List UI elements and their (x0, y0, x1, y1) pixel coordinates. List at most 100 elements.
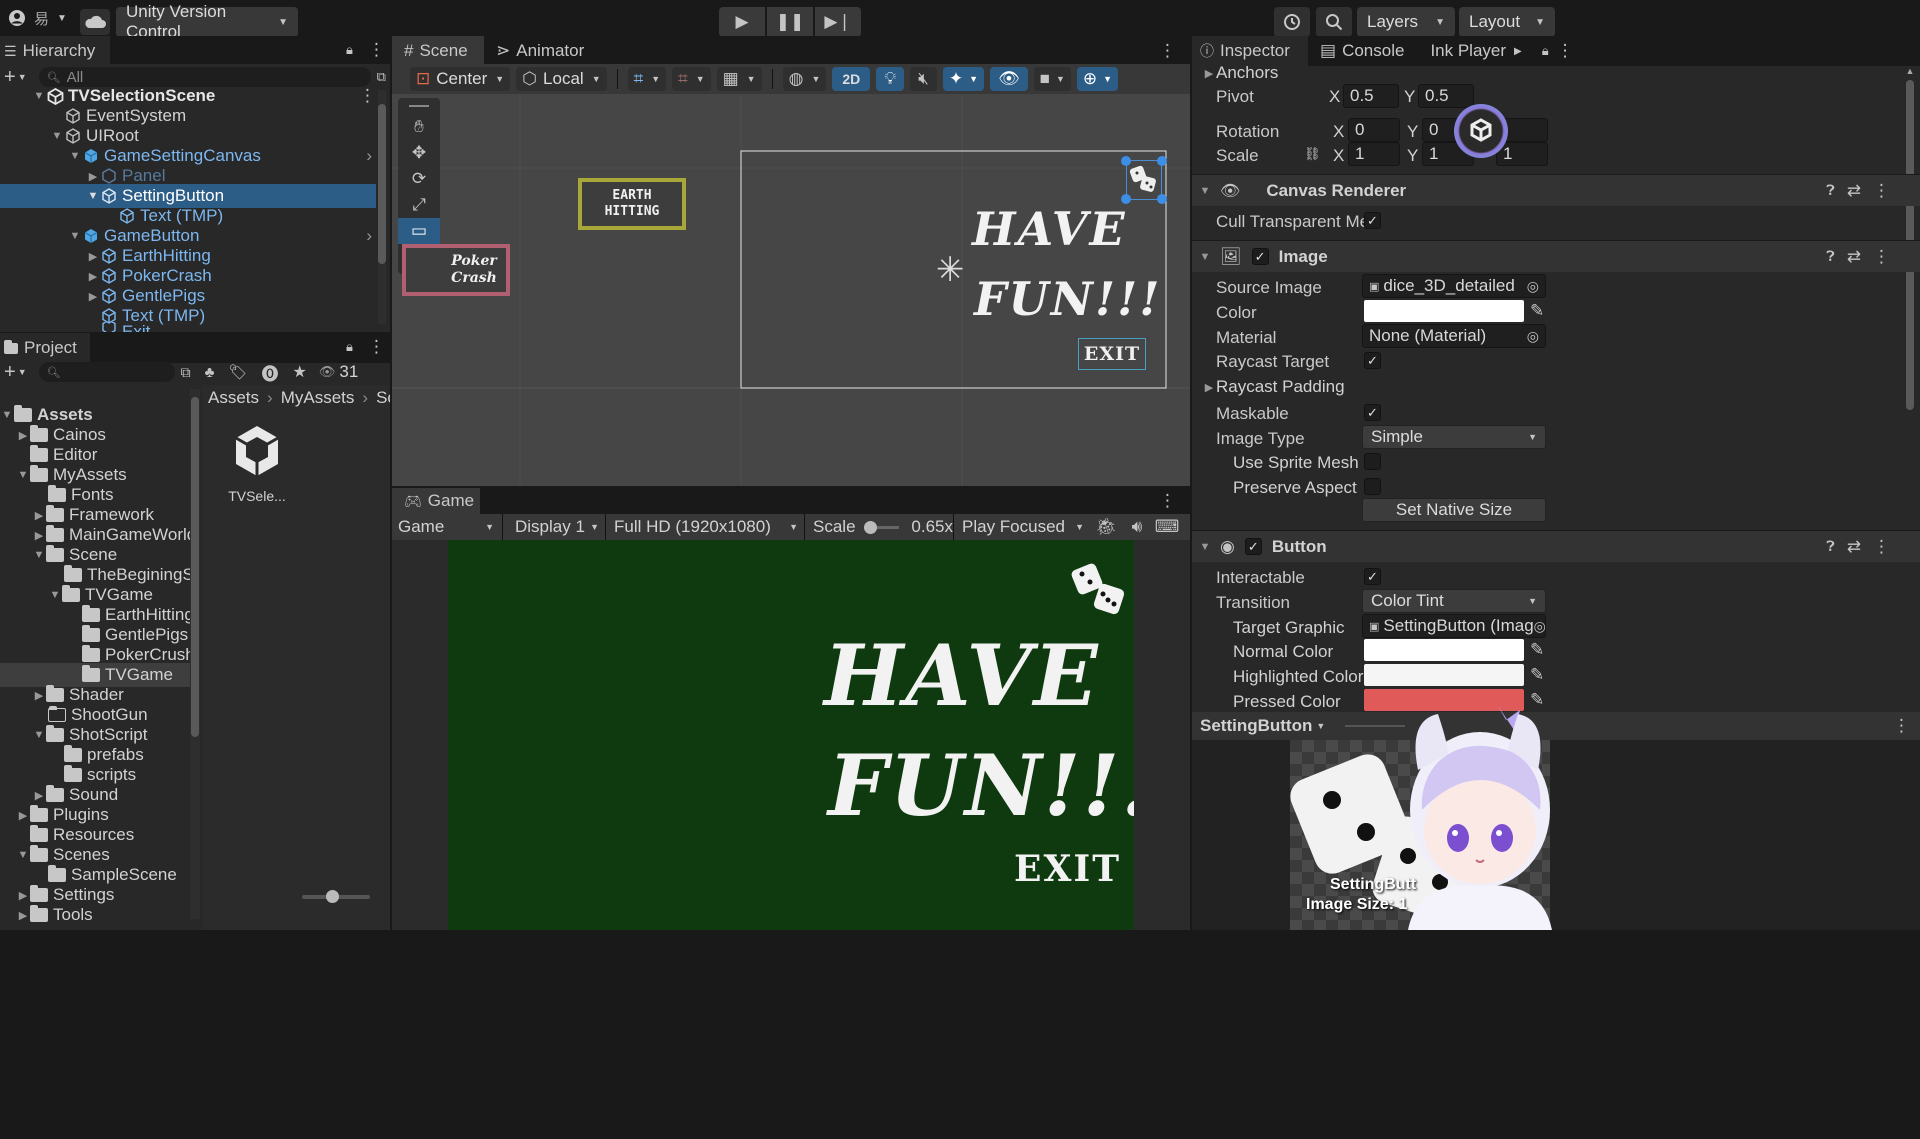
object-picker-icon[interactable]: ◎ (1527, 278, 1539, 295)
gizmos-toggle[interactable]: ⊕ ▼ (1076, 67, 1119, 91)
tab-ink-player[interactable]: Ink Player ▶ (1416, 36, 1533, 66)
exit-button-preview[interactable]: EXIT (1078, 338, 1146, 370)
tab-scene[interactable]: # Scene (392, 36, 484, 66)
lighting-toggle[interactable]: 💡︎ (876, 67, 905, 91)
highlighted-color-swatch[interactable] (1364, 664, 1524, 686)
expand-arrow-icon[interactable]: ▶ (16, 809, 30, 822)
expand-arrow-icon[interactable]: ▼ (50, 130, 64, 142)
stats-icon[interactable]: ⌨ (1152, 517, 1182, 537)
expand-arrow-icon[interactable]: ▼ (16, 469, 30, 481)
account-menu[interactable]: 易 ▼ (6, 7, 67, 29)
chevron-down-icon[interactable]: ▼ (18, 367, 27, 377)
tab-game[interactable]: 🎮︎ Game (392, 488, 480, 514)
image-type-dropdown[interactable]: Simple ▼ (1362, 425, 1546, 449)
eyedropper-icon[interactable]: ✎ (1530, 665, 1544, 685)
thumbnail-size-slider[interactable] (302, 890, 370, 903)
preset-icon[interactable]: ⇄ (1847, 181, 1861, 201)
button-component-header[interactable]: ▼ ◉ ✓ Button ❓︎ ⇄ ⋮ (1192, 530, 1920, 562)
set-native-size-button[interactable]: Set Native Size (1362, 498, 1546, 522)
expand-arrow-icon[interactable]: ▼ (86, 190, 100, 202)
kebab-menu-icon[interactable]: ⋮ (368, 40, 385, 60)
kebab-menu-icon[interactable]: ⋮ (1893, 716, 1910, 736)
asset-tile[interactable]: TVSele... (222, 421, 292, 504)
chevron-down-icon[interactable]: ▼ (18, 72, 27, 82)
preserve-aspect-checkbox[interactable] (1364, 478, 1381, 495)
expand-arrow-icon[interactable]: ▶ (1202, 381, 1216, 394)
chevron-right-icon[interactable]: ▶ (1514, 46, 1522, 57)
help-icon[interactable]: ❓︎ (1826, 538, 1834, 555)
expand-arrow-icon[interactable]: ▶ (32, 789, 46, 802)
raycast-target-checkbox[interactable]: ✓ (1364, 352, 1381, 369)
slider-thumb[interactable] (863, 520, 877, 534)
scale-slider[interactable] (863, 520, 900, 534)
expand-arrow-icon[interactable]: ▶ (16, 889, 30, 902)
chevron-down-icon[interactable]: ▼ (1316, 721, 1325, 731)
expand-arrow-icon[interactable]: ▼ (32, 90, 46, 102)
setting-button-selection[interactable] (1126, 160, 1162, 200)
target-graphic-field[interactable]: ▣ SettingButton (Imag ◎ (1362, 614, 1546, 638)
lock-icon[interactable]: 🔒︎ (346, 42, 353, 58)
scale-tool-icon[interactable]: ⤢ (398, 192, 440, 218)
object-picker-icon[interactable]: ◎ (1534, 618, 1545, 635)
2d-mode-toggle[interactable]: 2D (832, 67, 871, 91)
preset-icon[interactable]: ⇄ (1847, 247, 1861, 267)
kebab-menu-icon[interactable]: ⋮ (1159, 491, 1176, 511)
raycast-padding-foldout[interactable]: ▶ Raycast Padding (1202, 377, 1345, 397)
project-search-input[interactable]: 🔍︎ (38, 362, 175, 382)
breadcrumb-item[interactable]: Sce (376, 388, 390, 408)
game-exit-button[interactable]: EXIT (1014, 848, 1121, 890)
button-enabled-checkbox[interactable]: ✓ (1244, 538, 1262, 555)
material-field[interactable]: None (Material) ◎ (1362, 324, 1546, 348)
project-tree-scrollbar[interactable] (190, 389, 200, 919)
help-icon[interactable]: ❓︎ (1826, 248, 1834, 265)
scale-x-input[interactable]: 1 (1348, 142, 1400, 166)
dice-settings-icon[interactable] (1070, 560, 1130, 622)
image-enabled-checkbox[interactable]: ✓ (1251, 248, 1269, 265)
bug-icon[interactable]: 🐞︎ (1090, 517, 1122, 537)
step-button[interactable]: ▶❘ (815, 7, 861, 37)
color-swatch[interactable] (1364, 300, 1524, 322)
audio-icon[interactable]: 🔊︎ (1122, 517, 1152, 537)
expand-arrow-icon[interactable]: ▶ (32, 509, 46, 522)
tab-hierarchy[interactable]: ☰ Hierarchy (0, 36, 110, 66)
anchors-foldout[interactable]: ▶ Anchors (1202, 63, 1279, 83)
list-item[interactable]: Exit (0, 322, 376, 332)
resolution-dropdown[interactable]: Full HD (1920x1080) ▼ (606, 517, 804, 537)
expand-arrow-icon[interactable]: ▼ (16, 849, 30, 861)
play-mode-dropdown[interactable]: Play Focused ▼ (954, 517, 1090, 537)
expand-arrow-icon[interactable]: ▼ (0, 409, 14, 421)
scale-z-input[interactable]: 1 (1496, 142, 1548, 166)
kebab-menu-icon[interactable]: ⋮ (359, 86, 376, 106)
add-icon[interactable]: + (4, 361, 16, 384)
lock-icon[interactable]: 🔒︎ (346, 339, 353, 355)
hierarchy-scrollbar[interactable] (378, 90, 386, 324)
rotation-x-input[interactable]: 0 (1348, 118, 1400, 142)
history-icon[interactable] (1274, 7, 1310, 37)
cull-transparent-checkbox[interactable]: ✓ (1364, 212, 1381, 229)
rotate-tool-icon[interactable]: ⟳ (398, 166, 440, 192)
expand-arrow-icon[interactable]: ▼ (68, 230, 82, 242)
kebab-menu-icon[interactable]: ⋮ (368, 337, 385, 357)
transition-dropdown[interactable]: Color Tint ▼ (1362, 589, 1546, 613)
expand-arrow-icon[interactable]: ▶ (16, 429, 30, 442)
tab-animator[interactable]: ⋗ Animator (484, 36, 596, 66)
list-item[interactable]: ▶ Tools (0, 903, 93, 927)
visibility-icon[interactable]: 👁︎ (319, 364, 336, 380)
breadcrumb-item[interactable]: MyAssets (281, 388, 355, 408)
poker-crash-button-preview[interactable]: Poker Crash (402, 244, 510, 296)
layers-dropdown[interactable]: Layers ▼ (1357, 7, 1455, 37)
chevron-right-icon[interactable]: › (366, 146, 372, 166)
warning-filter-icon[interactable]: ⓿ (262, 360, 279, 385)
use-sprite-mesh-checkbox[interactable] (1364, 453, 1381, 470)
eyedropper-icon[interactable]: ✎ (1530, 640, 1544, 660)
tab-console[interactable]: ▤ Console (1308, 36, 1416, 66)
expand-arrow-icon[interactable]: ▶ (86, 170, 100, 183)
scene-filter-icon[interactable]: ⧉ (377, 69, 386, 85)
rect-handle[interactable] (1121, 194, 1131, 204)
rect-handle[interactable] (1121, 156, 1131, 166)
grid-snapping-button[interactable]: ⌗ ▼ (627, 67, 667, 91)
scene-viewport[interactable]: ✋︎ ✥ ⟳ ⤢ ▭ ⊕ EARTH HITTING Poker Crash H… (392, 94, 1190, 486)
maskable-checkbox[interactable]: ✓ (1364, 404, 1381, 421)
camera-settings-button[interactable]: ■ ▼ (1033, 67, 1071, 91)
rect-handle[interactable] (1157, 194, 1167, 204)
